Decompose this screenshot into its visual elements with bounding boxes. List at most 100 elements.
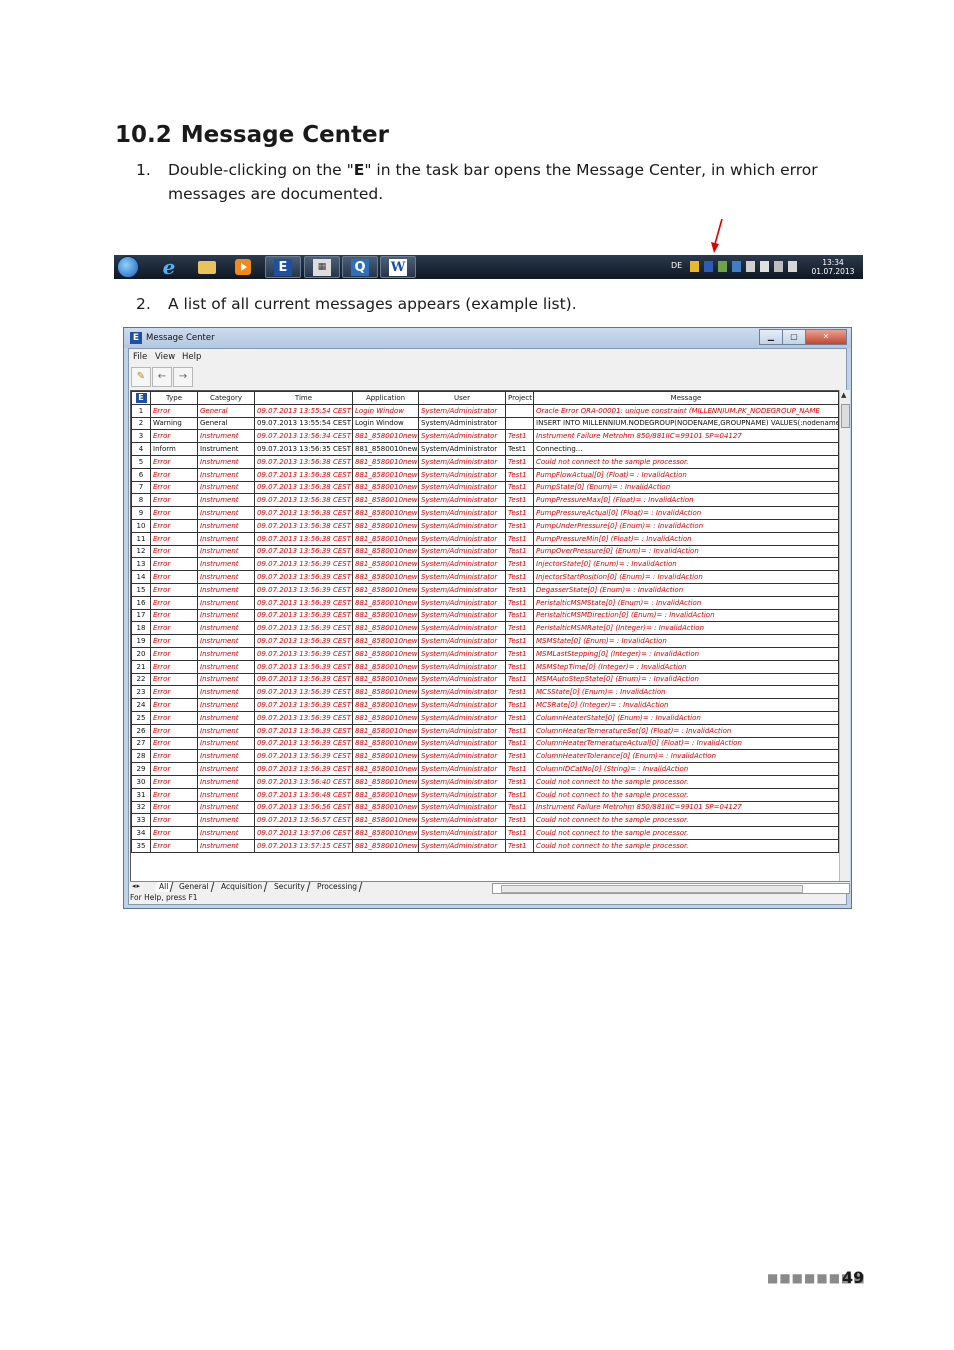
- windows-start-icon[interactable]: [117, 256, 139, 278]
- row-number: 16: [131, 595, 151, 610]
- column-header-user[interactable]: User: [418, 391, 506, 405]
- table-row[interactable]: 33 Error Instrument 09.07.2013 13:56:57 CES…: [131, 813, 839, 828]
- scroll-up-icon[interactable]: ▲: [841, 391, 846, 399]
- table-row[interactable]: 15 Error Instrument 09.07.2013 13:56:39 CES…: [131, 582, 839, 597]
- tab-processing[interactable]: Processing: [312, 882, 363, 892]
- folder-icon[interactable]: [196, 257, 218, 277]
- e-app-icon[interactable]: E: [265, 256, 301, 278]
- application-cell: 881_8580010new: [352, 493, 419, 508]
- internet-explorer-icon[interactable]: e: [158, 255, 180, 279]
- column-header-time[interactable]: Time: [254, 391, 353, 405]
- menu-view[interactable]: View: [155, 352, 175, 362]
- tab-general[interactable]: General: [174, 882, 214, 892]
- table-row[interactable]: 23 Error Instrument 09.07.2013 13:56:39 CES…: [131, 685, 839, 700]
- back-arrow-icon[interactable]: ←: [152, 367, 172, 387]
- forward-arrow-icon[interactable]: →: [173, 367, 193, 387]
- table-row[interactable]: 22 Error Instrument 09.07.2013 13:56:39 CES…: [131, 672, 839, 687]
- taskbar-clock[interactable]: 13:34 01.07.2013: [808, 258, 858, 276]
- scroll-thumb[interactable]: [841, 404, 850, 428]
- table-row[interactable]: 1 Error General 09.07.2013 13:55:54 CEST Log…: [131, 403, 839, 418]
- table-row[interactable]: 26 Error Instrument 09.07.2013 13:56:39 CES…: [131, 723, 839, 738]
- table-row[interactable]: 12 Error Instrument 09.07.2013 13:56:39 CES…: [131, 544, 839, 559]
- table-row[interactable]: 34 Error Instrument 09.07.2013 13:57:06 CES…: [131, 826, 839, 840]
- column-header-application[interactable]: Application: [352, 391, 419, 405]
- table-row[interactable]: 30 Error Instrument 09.07.2013 13:56:40 CES…: [131, 774, 839, 789]
- category-cell: Instrument: [197, 787, 255, 802]
- table-row[interactable]: 8 Error Instrument 09.07.2013 13:56:38 CEST…: [131, 493, 839, 508]
- vertical-scrollbar[interactable]: ▲: [839, 390, 850, 881]
- message-cell: PumpPressureMax[0] (Float)= : InvalidAct…: [533, 493, 839, 508]
- table-row[interactable]: 32 Error Instrument 09.07.2013 13:56:56 CES…: [131, 800, 839, 815]
- calculator-icon[interactable]: ▦: [304, 256, 340, 278]
- time-cell: 09.07.2013 13:56:39 CEST: [254, 582, 353, 597]
- media-player-icon[interactable]: [232, 257, 254, 277]
- table-row[interactable]: 13 Error Instrument 09.07.2013 13:56:39 CES…: [131, 557, 839, 572]
- table-row[interactable]: 16 Error Instrument 09.07.2013 13:56:39 CES…: [131, 595, 839, 610]
- table-row[interactable]: 4 Inform Instrument 09.07.2013 13:56:35 CES…: [131, 442, 839, 456]
- type-cell: Error: [150, 710, 198, 725]
- column-header-message[interactable]: Message: [533, 391, 839, 405]
- table-row[interactable]: 31 Error Instrument 09.07.2013 13:56:48 CES…: [131, 787, 839, 802]
- table-row[interactable]: 20 Error Instrument 09.07.2013 13:56:39 CES…: [131, 646, 839, 661]
- column-header-type[interactable]: Type: [150, 391, 198, 405]
- word-icon[interactable]: W: [380, 256, 416, 278]
- horizontal-scrollbar[interactable]: [492, 883, 850, 894]
- table-row[interactable]: 10 Error Instrument 09.07.2013 13:56:38 CES…: [131, 518, 839, 533]
- monitor-tray-icon[interactable]: [732, 261, 741, 272]
- shield-tray-icon[interactable]: [690, 261, 699, 272]
- time-cell: 09.07.2013 13:56:39 CEST: [254, 736, 353, 751]
- user-cell: System/Administrator: [418, 826, 506, 840]
- message-cell: Oracle Error ORA-00001: unique constrain…: [533, 403, 839, 418]
- table-row[interactable]: 17 Error Instrument 09.07.2013 13:56:39 CES…: [131, 608, 839, 623]
- maximize-button[interactable]: ▢: [782, 329, 806, 345]
- table-row[interactable]: 2 Warning General 09.07.2013 13:55:54 CEST L…: [131, 416, 839, 431]
- table-row[interactable]: 35 Error Instrument 09.07.2013 13:57:15 CES…: [131, 838, 839, 853]
- menu-file[interactable]: File: [133, 352, 147, 362]
- table-row[interactable]: 11 Error Instrument 09.07.2013 13:56:38 CES…: [131, 531, 839, 546]
- device-tray-icon[interactable]: [760, 261, 769, 272]
- table-row[interactable]: 14 Error Instrument 09.07.2013 13:56:39 CES…: [131, 570, 839, 584]
- close-button[interactable]: ✕: [805, 329, 847, 345]
- menu-help[interactable]: Help: [182, 352, 201, 362]
- user-cell: System/Administrator: [418, 518, 506, 533]
- table-row[interactable]: 18 Error Instrument 09.07.2013 13:56:39 CES…: [131, 621, 839, 636]
- column-header-project[interactable]: Project: [505, 391, 534, 405]
- message-cell: MCSRate[0] (Integer)= : InvalidAction: [533, 698, 839, 712]
- message-cell: PeristalticMSMState[0] (Enum)= : Invalid…: [533, 595, 839, 610]
- tab-security[interactable]: Security: [269, 882, 311, 892]
- minimize-button[interactable]: ▁: [759, 329, 783, 345]
- window-titlebar[interactable]: E Message Center ▁ ▢ ✕: [124, 328, 851, 348]
- q-app-icon[interactable]: Q: [342, 256, 378, 278]
- table-row[interactable]: 29 Error Instrument 09.07.2013 13:56:39 CES…: [131, 762, 839, 776]
- table-row[interactable]: 6 Error Instrument 09.07.2013 13:56:38 CEST…: [131, 467, 839, 482]
- table-row[interactable]: 5 Error Instrument 09.07.2013 13:56:38 CEST…: [131, 454, 839, 469]
- message-cell: ColumnHeaterTemeratureSet[0] (Float)= : …: [533, 723, 839, 738]
- header-corner[interactable]: E: [131, 391, 151, 405]
- hscroll-thumb[interactable]: [501, 885, 803, 893]
- application-cell: 881_8580010new: [352, 659, 419, 674]
- tab-acquisition[interactable]: Acquisition: [216, 882, 268, 892]
- table-row[interactable]: 28 Error Instrument 09.07.2013 13:56:39 CES…: [131, 749, 839, 764]
- keyboard-tray-icon[interactable]: [746, 261, 755, 272]
- tab-all[interactable]: All: [154, 882, 174, 892]
- table-row[interactable]: 7 Error Instrument 09.07.2013 13:56:38 CEST…: [131, 480, 839, 495]
- table-row[interactable]: 21 Error Instrument 09.07.2013 13:56:39 CES…: [131, 659, 839, 674]
- time-cell: 09.07.2013 13:56:38 CEST: [254, 506, 353, 520]
- volume-tray-icon[interactable]: [788, 261, 797, 272]
- user-cell: System/Administrator: [418, 544, 506, 559]
- column-header-category[interactable]: Category: [197, 391, 255, 405]
- table-row[interactable]: 24 Error Instrument 09.07.2013 13:56:39 CES…: [131, 698, 839, 712]
- table-row[interactable]: 3 Error Instrument 09.07.2013 13:56:34 CEST…: [131, 429, 839, 444]
- network-tray-icon[interactable]: [718, 261, 727, 272]
- signal-tray-icon[interactable]: [774, 261, 783, 272]
- application-cell: 881_8580010new: [352, 634, 419, 648]
- table-row[interactable]: 19 Error Instrument 09.07.2013 13:56:39 CES…: [131, 634, 839, 648]
- table-row[interactable]: 27 Error Instrument 09.07.2013 13:56:39 CES…: [131, 736, 839, 751]
- tab-nav-arrows-icon[interactable]: ◂▸: [132, 882, 141, 890]
- pick-tool-icon[interactable]: ✎: [131, 367, 151, 387]
- language-indicator[interactable]: DE: [671, 261, 682, 270]
- table-row[interactable]: 25 Error Instrument 09.07.2013 13:56:39 CES…: [131, 710, 839, 725]
- category-cell: Instrument: [197, 826, 255, 840]
- table-row[interactable]: 9 Error Instrument 09.07.2013 13:56:38 CEST…: [131, 506, 839, 520]
- e-tray-icon[interactable]: [704, 261, 713, 272]
